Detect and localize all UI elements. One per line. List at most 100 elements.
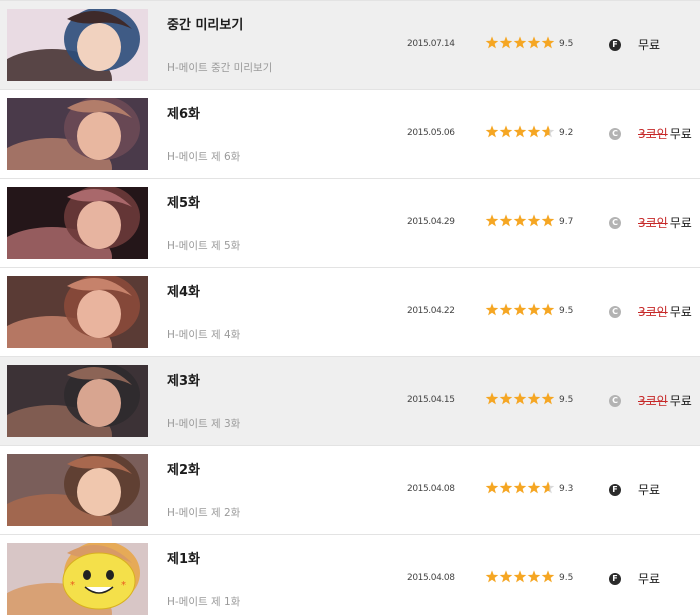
episode-row[interactable]: 제2화 H-메이트 제 2화 2015.04.08 9.3 F 무료 xyxy=(0,446,700,535)
star-icon xyxy=(541,303,555,316)
episode-thumbnail[interactable] xyxy=(7,9,148,81)
episode-title[interactable]: 제2화 xyxy=(167,459,200,478)
price-label: 3코인 무료 xyxy=(638,303,692,320)
price-label: 3코인 무료 xyxy=(638,392,692,409)
episode-subtitle: H-메이트 제 6화 xyxy=(167,151,241,163)
coin-badge-icon: C xyxy=(609,128,621,140)
star-icon xyxy=(485,392,499,405)
coin-badge-icon: C xyxy=(609,217,621,229)
star-icon xyxy=(485,214,499,227)
episode-title[interactable]: 중간 미리보기 xyxy=(167,14,243,33)
rating-stars xyxy=(485,303,555,317)
current-price: 무료 xyxy=(669,394,692,408)
star-icon xyxy=(513,481,527,494)
rating-score: 9.5 xyxy=(559,306,574,316)
current-price: 무료 xyxy=(669,305,692,319)
rating-score: 9.3 xyxy=(559,484,574,494)
rating-stars xyxy=(485,392,555,406)
episode-row[interactable]: 중간 미리보기 H-메이트 중간 미리보기 2015.07.14 9.5 F 무료 xyxy=(0,1,700,90)
star-icon xyxy=(527,303,541,316)
rating-score: 9.7 xyxy=(559,217,574,227)
star-icon xyxy=(527,36,541,49)
current-price: 무료 xyxy=(638,38,661,52)
rating-stars xyxy=(485,36,555,50)
star-icon xyxy=(513,392,527,405)
star-icon xyxy=(485,36,499,49)
episode-date: 2015.04.22 xyxy=(407,306,455,316)
star-icon xyxy=(499,570,513,583)
star-icon xyxy=(541,392,555,405)
star-icon xyxy=(513,303,527,316)
star-icon xyxy=(499,125,513,138)
star-icon xyxy=(485,570,499,583)
star-icon xyxy=(527,125,541,138)
episode-date: 2015.04.15 xyxy=(407,395,455,405)
episode-thumbnail[interactable] xyxy=(7,454,148,526)
star-icon xyxy=(485,125,499,138)
episode-title[interactable]: 제1화 xyxy=(167,548,200,567)
episode-row[interactable]: 제5화 H-메이트 제 5화 2015.04.29 9.7 C 3코인 무료 xyxy=(0,179,700,268)
episode-title[interactable]: 제5화 xyxy=(167,192,200,211)
star-icon xyxy=(527,392,541,405)
episode-date: 2015.04.08 xyxy=(407,484,455,494)
episode-row[interactable]: 제6화 H-메이트 제 6화 2015.05.06 9.2 C 3코인 무료 xyxy=(0,90,700,179)
episode-thumbnail[interactable] xyxy=(7,187,148,259)
current-price: 무료 xyxy=(638,483,661,497)
original-price: 3코인 xyxy=(638,394,668,408)
episode-thumbnail[interactable] xyxy=(7,98,148,170)
star-icon xyxy=(541,214,555,227)
free-badge-icon: F xyxy=(609,484,621,496)
star-icon xyxy=(485,303,499,316)
episode-title[interactable]: 제6화 xyxy=(167,103,200,122)
star-icon xyxy=(541,570,555,583)
episode-thumbnail[interactable] xyxy=(7,365,148,437)
episode-thumbnail[interactable]: * * xyxy=(7,543,148,615)
star-icon xyxy=(499,214,513,227)
star-icon xyxy=(499,303,513,316)
star-icon xyxy=(513,36,527,49)
free-badge-icon: F xyxy=(609,573,621,585)
star-icon xyxy=(541,36,555,49)
star-icon xyxy=(499,481,513,494)
rating-score: 9.2 xyxy=(559,128,574,138)
episode-subtitle: H-메이트 제 1화 xyxy=(167,596,241,608)
episode-list: 중간 미리보기 H-메이트 중간 미리보기 2015.07.14 9.5 F 무료 제6화 H… xyxy=(0,0,700,616)
episode-row[interactable]: 제4화 H-메이트 제 4화 2015.04.22 9.5 C 3코인 무료 xyxy=(0,268,700,357)
episode-thumbnail[interactable] xyxy=(7,276,148,348)
episode-date: 2015.04.29 xyxy=(407,217,455,227)
price-label: 무료 xyxy=(638,481,660,498)
episode-title[interactable]: 제4화 xyxy=(167,281,200,300)
current-price: 무료 xyxy=(669,127,692,141)
rating-score: 9.5 xyxy=(559,573,574,583)
original-price: 3코인 xyxy=(638,216,668,230)
star-icon xyxy=(499,392,513,405)
svg-text:*: * xyxy=(70,580,75,591)
original-price: 3코인 xyxy=(638,127,668,141)
rating-stars xyxy=(485,570,555,584)
rating-score: 9.5 xyxy=(559,39,574,49)
free-badge-icon: F xyxy=(609,39,621,51)
coin-badge-icon: C xyxy=(609,395,621,407)
current-price: 무료 xyxy=(669,216,692,230)
episode-date: 2015.04.08 xyxy=(407,573,455,583)
price-label: 3코인 무료 xyxy=(638,125,692,142)
coin-badge-icon: C xyxy=(609,306,621,318)
star-icon xyxy=(499,36,513,49)
rating-stars xyxy=(485,214,555,228)
price-label: 무료 xyxy=(638,570,660,587)
star-icon xyxy=(513,570,527,583)
star-icon xyxy=(527,214,541,227)
episode-subtitle: H-메이트 제 5화 xyxy=(167,240,241,252)
episode-row[interactable]: * * 제1화 H-메이트 제 1화 2015.04.08 9.5 F 무료 xyxy=(0,535,700,616)
episode-date: 2015.05.06 xyxy=(407,128,455,138)
price-label: 3코인 무료 xyxy=(638,214,692,231)
episode-subtitle: H-메이트 제 3화 xyxy=(167,418,241,430)
episode-row[interactable]: 제3화 H-메이트 제 3화 2015.04.15 9.5 C 3코인 무료 xyxy=(0,357,700,446)
episode-title[interactable]: 제3화 xyxy=(167,370,200,389)
star-icon xyxy=(541,125,555,138)
episode-subtitle: H-메이트 제 2화 xyxy=(167,507,241,519)
star-icon xyxy=(541,481,555,494)
star-icon xyxy=(527,481,541,494)
svg-text:*: * xyxy=(121,580,126,591)
rating-stars xyxy=(485,481,555,495)
